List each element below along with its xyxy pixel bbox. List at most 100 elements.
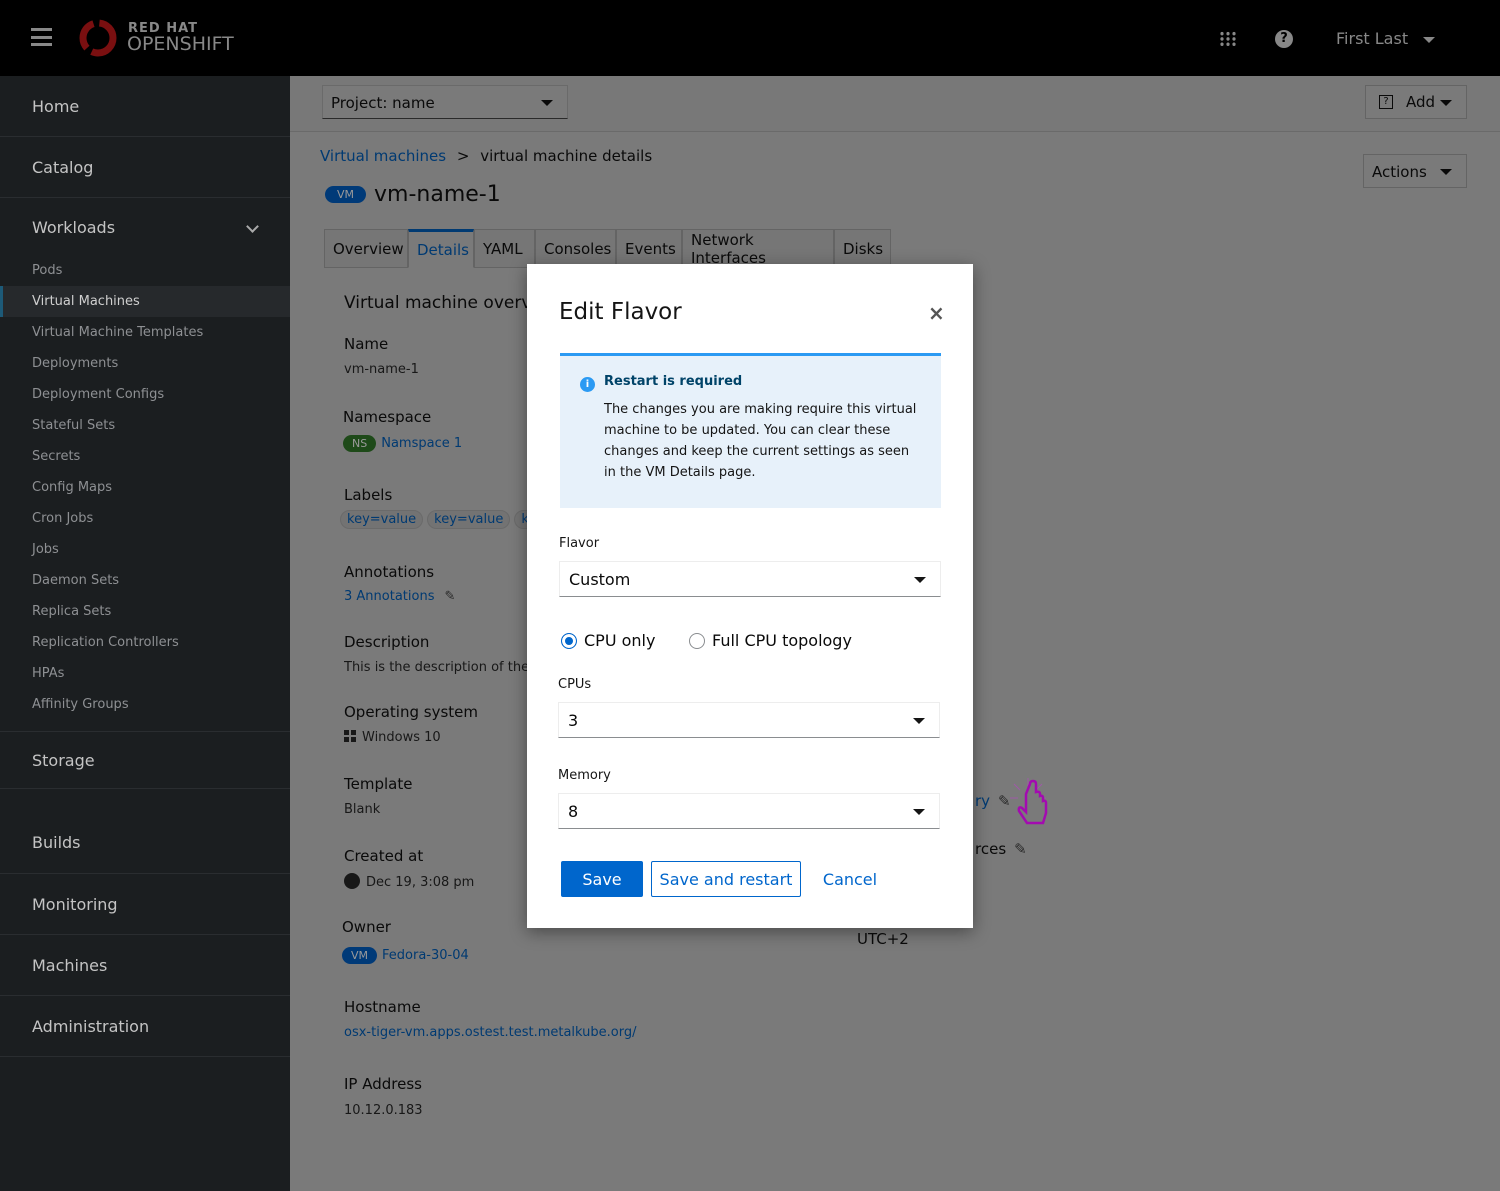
caret-down-icon [1440,100,1452,106]
actions-button[interactable]: Actions [1363,154,1467,188]
owner-link[interactable]: Fedora-30-04 [382,948,469,963]
tab-details[interactable]: Details [408,229,474,268]
user-menu[interactable]: First Last [1336,29,1436,48]
sidebar-item-virtual-machines[interactable]: Virtual Machines [0,286,290,317]
project-label: Project: name [331,94,435,112]
radio-full-cpu-topology[interactable]: Full CPU topology [689,631,852,650]
actions-label: Actions [1372,163,1427,181]
caret-down-icon [914,577,926,583]
label-chip[interactable]: key=value [427,510,511,529]
sidebar-item-cron-jobs[interactable]: Cron Jobs [0,503,290,534]
help-icon[interactable]: ? [1275,30,1293,48]
tab-disks[interactable]: Disks [834,229,891,268]
close-icon[interactable]: × [928,301,945,325]
cpus-select[interactable]: 3 [558,702,940,738]
resources-fragment: rces ✎ [975,840,1027,858]
brand-bottom: OPENSHIFT [127,33,234,55]
sidebar-item-monitoring[interactable]: Monitoring [0,874,290,935]
ip-value: 10.12.0.183 [344,1103,423,1118]
memory-select[interactable]: 8 [558,793,940,829]
sidebar-item-machines[interactable]: Machines [0,935,290,996]
label-chip[interactable]: key=value [514,510,527,529]
fragment-text: ry [975,792,991,810]
globe-icon [344,873,360,889]
cancel-button[interactable]: Cancel [815,861,885,897]
breadcrumb-current: virtual machine details [480,147,653,165]
labels-list: key=valuekey=valuekey=value [340,510,527,529]
flavor-link-fragment[interactable]: ry ✎ [975,792,1011,810]
radio-checked-icon [561,632,577,649]
pencil-icon[interactable]: ✎ [1014,840,1027,858]
info-icon: i [580,377,595,392]
sidebar-item-virtual-machine-templates[interactable]: Virtual Machine Templates [0,317,290,348]
alert-title: Restart is required [604,374,743,389]
project-selector[interactable]: Project: name [322,85,568,119]
labels-label: Labels [344,486,393,504]
vm-name: vm-name-1 [374,182,501,207]
hostname-link[interactable]: osx-tiger-vm.apps.ostest.test.metalkube.… [344,1025,637,1040]
template-value: Blank [344,802,381,817]
sidebar-item-replication-controllers[interactable]: Replication Controllers [0,627,290,658]
help-box-icon: ? [1379,95,1393,109]
sidebar-item-storage[interactable]: Storage [0,732,290,789]
save-and-restart-button[interactable]: Save and restart [651,861,801,897]
windows-icon [344,730,356,742]
caret-down-icon [913,718,925,724]
sidebar-item-workloads[interactable]: Workloads [32,218,115,237]
owner-value: VM Fedora-30-04 [342,947,469,964]
sidebar-item-stateful-sets[interactable]: Stateful Sets [0,410,290,441]
sidebar-item-jobs[interactable]: Jobs [0,534,290,565]
sidebar-item-home[interactable]: Home [0,76,290,137]
sidebar-item-daemon-sets[interactable]: Daemon Sets [0,565,290,596]
template-label: Template [344,775,413,793]
sidebar-item-hpas[interactable]: HPAs [0,658,290,689]
save-button[interactable]: Save [561,861,643,897]
tab-network-interfaces[interactable]: Network Interfaces [682,229,834,268]
caret-down-icon [1423,36,1436,43]
sidebar-item-deployment-configs[interactable]: Deployment Configs [0,379,290,410]
sidebar-item-secrets[interactable]: Secrets [0,441,290,472]
hamburger-menu-icon[interactable] [31,28,52,46]
flavor-select[interactable]: Custom [559,561,941,597]
cpus-label: CPUs [558,677,592,692]
caret-down-icon [541,100,553,106]
sidebar-item-config-maps[interactable]: Config Maps [0,472,290,503]
breadcrumb-link[interactable]: Virtual machines [320,147,446,165]
sidebar-item-administration[interactable]: Administration [0,996,290,1057]
pencil-icon[interactable]: ✎ [444,589,455,604]
namespace-link[interactable]: Namspace 1 [381,436,462,451]
tab-overview[interactable]: Overview [324,229,408,268]
edit-flavor-modal: Edit Flavor × i Restart is required The … [527,264,973,928]
chevron-down-icon[interactable] [246,220,259,233]
label-chip[interactable]: key=value [340,510,424,529]
sidebar-item-replica-sets[interactable]: Replica Sets [0,596,290,627]
sidebar-item-affinity-groups[interactable]: Affinity Groups [0,689,290,720]
namespace-value: NS Namspace 1 [343,435,462,452]
sidebar-item-catalog[interactable]: Catalog [0,137,290,198]
app-launcher-icon[interactable] [1219,31,1237,47]
caret-down-icon [913,809,925,815]
sidebar-label: Storage [32,750,95,770]
timezone-fragment: UTC+2 [857,930,909,948]
os-label: Operating system [344,703,478,721]
sidebar-item-deployments[interactable]: Deployments [0,348,290,379]
add-button[interactable]: ? Add [1365,85,1467,119]
memory-label: Memory [558,768,611,783]
tab-yaml[interactable]: YAML [474,229,535,268]
namespace-label: Namespace [343,408,432,426]
annotations-link[interactable]: 3 Annotations [344,589,434,604]
created-value: Dec 19, 3:08 pm [344,873,474,890]
caret-down-icon [1440,169,1452,175]
sidebar-item-builds[interactable]: Builds [0,789,290,874]
breadcrumb-separator: > [456,147,470,165]
ip-label: IP Address [344,1075,422,1093]
hand-cursor-icon [1010,778,1048,825]
tab-consoles[interactable]: Consoles [535,229,616,268]
owner-label: Owner [342,918,391,936]
radio-cpu-only[interactable]: CPU only [561,631,655,650]
tab-events[interactable]: Events [616,229,682,268]
sidebar-item-pods[interactable]: Pods [0,255,290,286]
annotations-value: 3 Annotations ✎ [344,589,455,604]
name-label: Name [344,335,389,353]
ns-badge: NS [343,435,377,452]
